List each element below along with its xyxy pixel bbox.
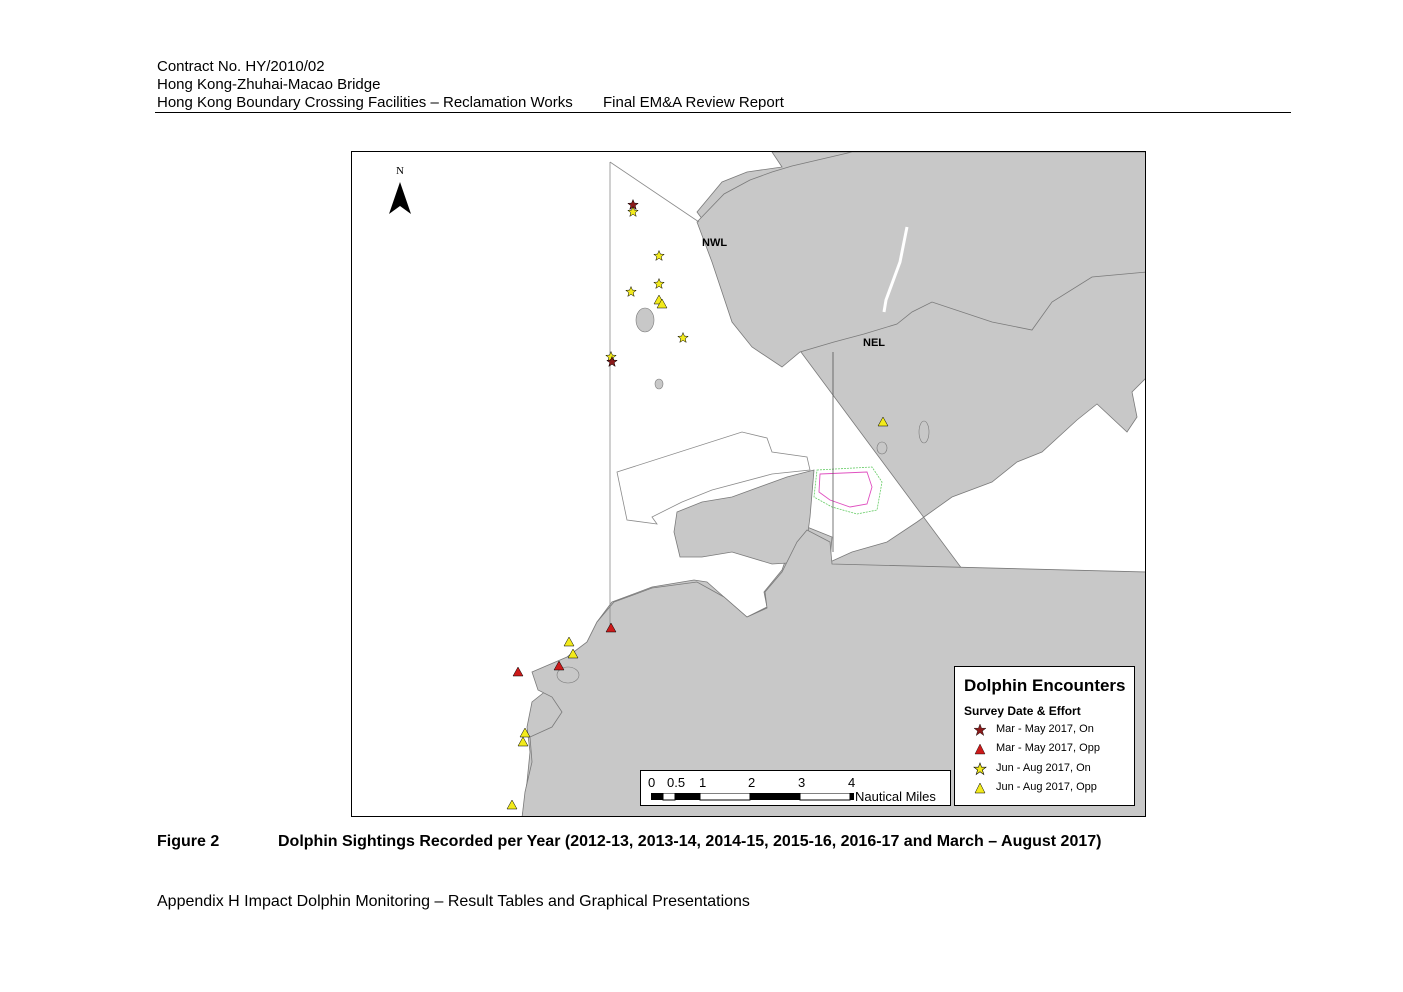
contract-number: Contract No. HY/2010/02 bbox=[157, 58, 325, 75]
legend-title: Dolphin Encounters bbox=[964, 676, 1126, 695]
scale-bar-graphic bbox=[651, 793, 854, 801]
nwl-top-edge bbox=[609, 161, 700, 223]
document-header: Contract No. HY/2010/02 Hong Kong-Zhuhai… bbox=[157, 58, 784, 112]
scale-tick: 2 bbox=[748, 775, 756, 790]
legend-label: Jun - Aug 2017, On bbox=[996, 762, 1091, 774]
yellow-star-icon bbox=[973, 762, 987, 776]
scale-tick: 4 bbox=[848, 775, 856, 790]
scale-units: Nautical Miles bbox=[855, 789, 936, 804]
legend-label: Jun - Aug 2017, Opp bbox=[996, 781, 1097, 793]
report-title: Final EM&A Review Report bbox=[603, 94, 784, 111]
figure-caption: Dolphin Sightings Recorded per Year (201… bbox=[278, 833, 1102, 850]
figure-label: Figure 2 bbox=[157, 833, 220, 850]
scale-bar: 0 0.5 1 2 3 4 Nautical Miles bbox=[640, 770, 951, 806]
north-arrow-icon bbox=[389, 182, 411, 214]
red-triangle-icon bbox=[974, 743, 986, 755]
header-rule bbox=[155, 112, 1291, 113]
yellow-star-sighting bbox=[653, 249, 665, 261]
yellow-triangle-sighting bbox=[506, 799, 518, 810]
yellow-triangle-sighting bbox=[563, 636, 575, 647]
nel-label: NEL bbox=[863, 337, 885, 349]
scale-tick: 0 bbox=[648, 775, 656, 790]
islet-2 bbox=[654, 378, 664, 390]
islet-1 bbox=[635, 307, 655, 333]
appendix-footer: Appendix H Impact Dolphin Monitoring – R… bbox=[157, 893, 750, 910]
works-name: Hong Kong Boundary Crossing Facilities –… bbox=[157, 94, 573, 111]
project-name: Hong Kong-Zhuhai-Macao Bridge bbox=[157, 76, 381, 93]
red-triangle-sighting bbox=[512, 666, 524, 677]
yellow-triangle-icon bbox=[974, 782, 986, 794]
scale-tick: 0.5 bbox=[667, 775, 686, 790]
yellow-star-sighting bbox=[627, 205, 639, 217]
red-star-sighting bbox=[606, 355, 618, 367]
scale-tick: 3 bbox=[798, 775, 806, 790]
north-label: N bbox=[396, 165, 404, 177]
works-area-pink bbox=[818, 471, 873, 508]
legend-label: Mar - May 2017, Opp bbox=[996, 742, 1100, 754]
islet-4 bbox=[918, 420, 930, 444]
nwl-label: NWL bbox=[702, 237, 727, 249]
legend-label: Mar - May 2017, On bbox=[996, 723, 1094, 735]
scale-tick: 1 bbox=[699, 775, 707, 790]
legend-subtitle: Survey Date & Effort bbox=[964, 704, 1081, 718]
yellow-star-sighting bbox=[653, 277, 665, 289]
yellow-star-sighting bbox=[677, 331, 689, 343]
red-star-icon bbox=[973, 723, 987, 737]
map-legend: Dolphin Encounters Survey Date & Effort … bbox=[954, 666, 1135, 806]
yellow-triangle-sighting bbox=[517, 736, 529, 747]
islet-3 bbox=[876, 441, 888, 455]
yellow-star-sighting bbox=[625, 285, 637, 297]
